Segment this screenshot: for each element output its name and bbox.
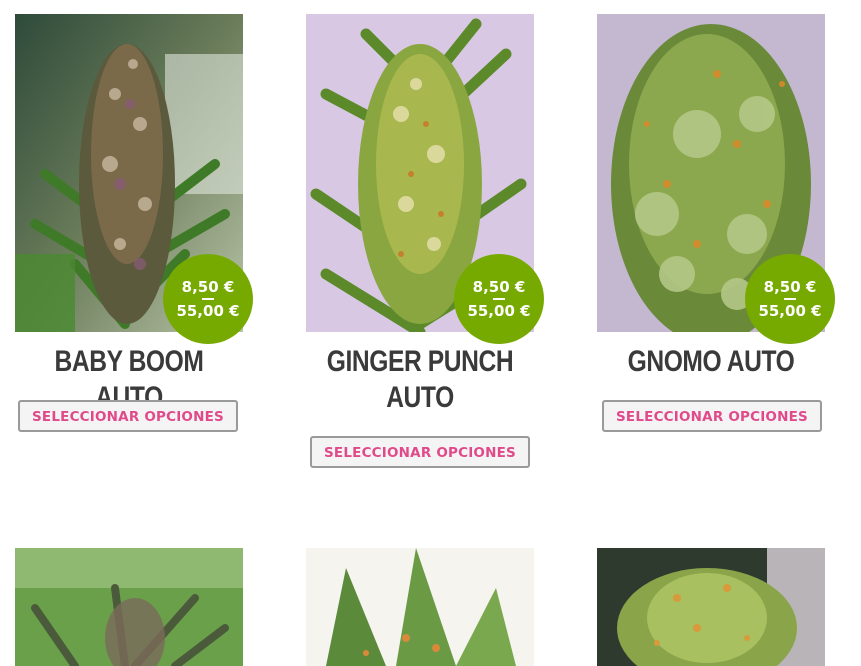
cannabis-plant-photo — [15, 548, 243, 666]
product-image-row2-2[interactable] — [306, 548, 534, 666]
price-badge: 8,50 € 55,00 € — [163, 254, 253, 344]
price-max: 55,00 € — [467, 301, 531, 320]
select-options-button[interactable]: SELECCIONAR OPCIONES — [602, 400, 822, 432]
product-image-row2-3[interactable] — [597, 548, 825, 666]
select-options-button[interactable]: SELECCIONAR OPCIONES — [18, 400, 238, 432]
price-range-dash — [784, 297, 796, 300]
price-range-dash — [202, 297, 214, 300]
price-badge: 8,50 € 55,00 € — [454, 254, 544, 344]
price-min: 8,50 € — [472, 277, 526, 296]
price-range-dash — [493, 297, 505, 300]
cannabis-plant-photo — [597, 548, 825, 666]
cannabis-plant-photo — [306, 548, 534, 666]
product-title[interactable]: GINGER PUNCH AUTO — [327, 344, 514, 416]
price-min: 8,50 € — [181, 277, 235, 296]
price-max: 55,00 € — [758, 301, 822, 320]
product-title[interactable]: GNOMO AUTO — [618, 344, 805, 380]
product-image-row2-1[interactable] — [15, 548, 243, 666]
price-max: 55,00 € — [176, 301, 240, 320]
price-badge: 8,50 € 55,00 € — [745, 254, 835, 344]
select-options-button[interactable]: SELECCIONAR OPCIONES — [310, 436, 530, 468]
price-min: 8,50 € — [763, 277, 817, 296]
